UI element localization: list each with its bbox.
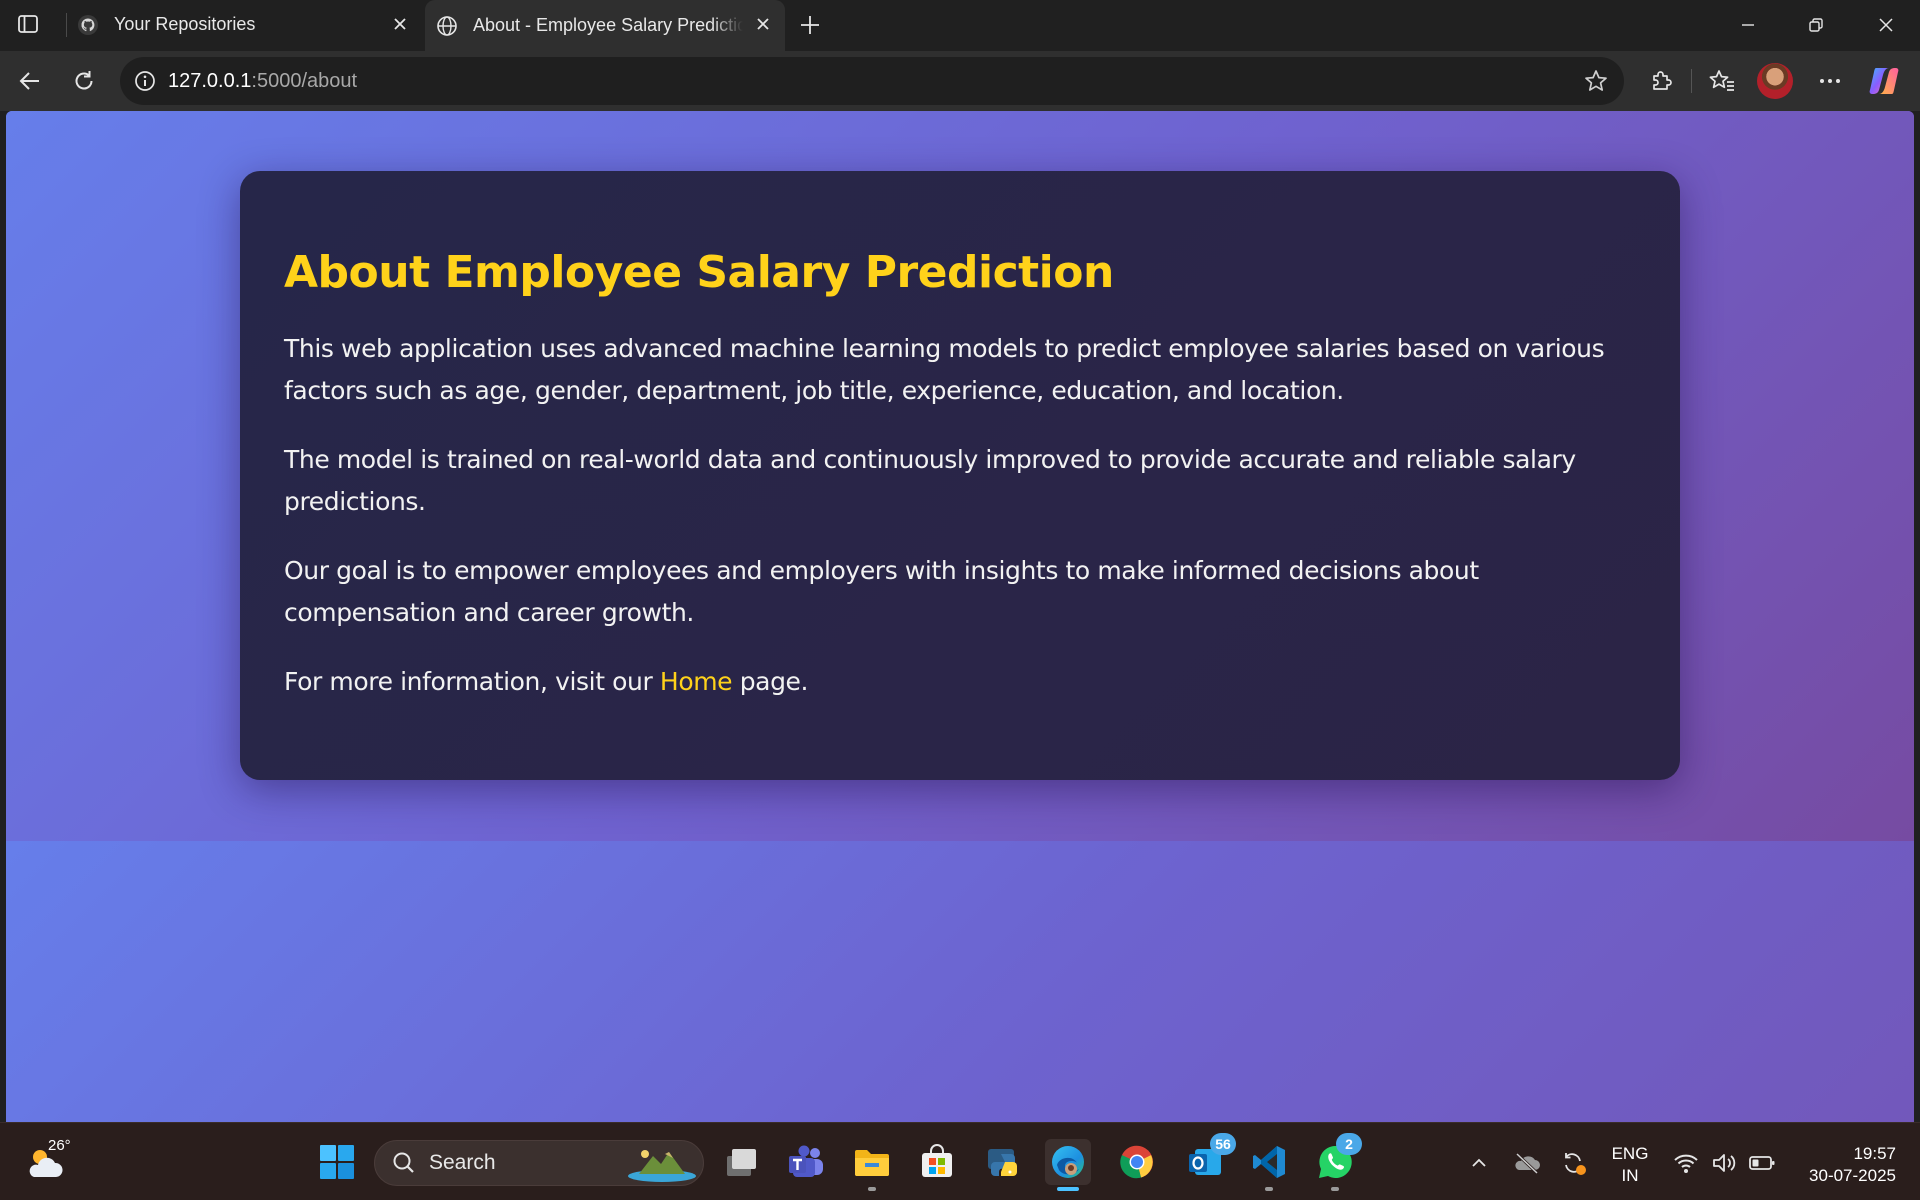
about-paragraph-1: This web application uses advanced machi…	[284, 334, 1605, 405]
edge-icon	[1052, 1146, 1084, 1178]
profile-avatar[interactable]	[1757, 63, 1793, 99]
back-arrow-icon	[19, 72, 39, 90]
python-icon	[988, 1149, 1017, 1176]
microsoft-store-button[interactable]	[914, 1139, 960, 1185]
running-indicator	[1331, 1187, 1339, 1191]
windows-taskbar: 26° Search 56 2 ENG IN 19:57 30-07-2025	[0, 1122, 1920, 1200]
favorites-icon	[1709, 70, 1734, 91]
browser-toolbar: 127.0.0.1:5000/about	[0, 51, 1920, 111]
outlook-mail-button[interactable]: 56	[1182, 1133, 1236, 1185]
edge-browser-button[interactable]	[1045, 1139, 1091, 1191]
store-bag-icon	[922, 1144, 952, 1177]
running-indicator	[1265, 1187, 1273, 1191]
system-clock[interactable]: 19:57 30-07-2025	[1809, 1143, 1896, 1187]
region-code: IN	[1621, 1166, 1639, 1185]
weather-temperature: 26°	[48, 1137, 71, 1154]
home-link[interactable]: Home	[660, 667, 733, 696]
onedrive-icon[interactable]	[1513, 1149, 1541, 1177]
minimize-icon	[1742, 24, 1754, 26]
restore-icon	[1809, 18, 1823, 32]
back-button[interactable]	[12, 64, 48, 98]
language-code: ENG	[1611, 1144, 1649, 1163]
start-button[interactable]	[314, 1139, 360, 1185]
battery-icon[interactable]	[1748, 1149, 1776, 1177]
file-explorer-button[interactable]	[849, 1139, 895, 1191]
tab-about-salary-prediction[interactable]: About - Employee Salary Prediction	[425, 0, 785, 51]
puzzle-icon	[1653, 71, 1672, 90]
vscode-icon	[1253, 1146, 1285, 1178]
search-icon	[393, 1152, 414, 1173]
tab-close-button[interactable]	[751, 12, 775, 36]
running-indicator	[868, 1187, 876, 1191]
chrome-button[interactable]	[1114, 1139, 1160, 1185]
folder-icon	[855, 1150, 889, 1176]
search-highlight-island-icon	[628, 1150, 696, 1182]
more-info-paragraph: For more information, visit our Home pag…	[284, 661, 1636, 703]
sync-status-icon[interactable]	[1559, 1149, 1587, 1177]
toolbar-divider	[1691, 69, 1692, 93]
plus-icon	[801, 16, 819, 34]
weather-widget[interactable]: 26°	[24, 1137, 76, 1185]
close-icon	[1879, 18, 1893, 32]
tab-your-repositories[interactable]: Your Repositories	[66, 0, 422, 49]
url-text: 127.0.0.1:5000/about	[168, 70, 357, 93]
task-view-icon	[727, 1149, 756, 1176]
minimize-button[interactable]	[1728, 10, 1768, 40]
chrome-icon	[1120, 1145, 1153, 1179]
close-icon	[394, 18, 406, 30]
page-background-lower	[6, 841, 1914, 1122]
tab-close-button[interactable]	[388, 12, 412, 36]
show-hidden-icons-button[interactable]	[1465, 1149, 1493, 1177]
tab-actions-icon	[18, 15, 38, 33]
active-indicator	[1057, 1187, 1079, 1191]
tab-title: Your Repositories	[114, 14, 256, 34]
about-card: About Employee Salary Prediction This we…	[240, 171, 1680, 780]
clock-time: 19:57	[1853, 1144, 1896, 1163]
globe-icon	[435, 14, 459, 38]
vscode-button[interactable]	[1246, 1139, 1292, 1191]
tab-actions-menu-button[interactable]	[14, 12, 42, 36]
whatsapp-button[interactable]: 2	[1312, 1133, 1362, 1191]
clock-date: 30-07-2025	[1809, 1166, 1896, 1185]
new-tab-button[interactable]	[794, 10, 826, 40]
chevron-up-icon	[1472, 1158, 1486, 1167]
taskbar-search-box[interactable]: Search	[374, 1140, 704, 1186]
site-info-icon[interactable]	[130, 66, 160, 96]
close-icon	[757, 18, 769, 30]
refresh-icon	[75, 71, 93, 90]
copilot-icon[interactable]	[1867, 64, 1901, 98]
teams-app-button[interactable]	[783, 1139, 829, 1185]
favorites-button[interactable]	[1704, 64, 1740, 98]
settings-more-button[interactable]	[1812, 64, 1848, 98]
whatsapp-notification-badge: 2	[1336, 1133, 1362, 1155]
windows-logo-icon	[320, 1145, 354, 1179]
github-icon	[76, 13, 100, 37]
more-dots-icon	[1820, 79, 1840, 83]
mail-notification-badge: 56	[1210, 1133, 1236, 1155]
url-host: 127.0.0.1	[168, 69, 252, 92]
python-app-button[interactable]	[980, 1139, 1026, 1185]
address-bar[interactable]: 127.0.0.1:5000/about	[120, 57, 1624, 105]
close-window-button[interactable]	[1866, 10, 1906, 40]
page-title: About Employee Salary Prediction	[284, 247, 1114, 298]
extensions-button[interactable]	[1643, 64, 1679, 98]
more-info-suffix: page.	[732, 667, 809, 696]
volume-icon[interactable]	[1710, 1149, 1738, 1177]
search-label: Search	[429, 1151, 496, 1174]
favorite-star-icon[interactable]	[1582, 67, 1610, 95]
page-viewport: About Employee Salary Prediction This we…	[6, 111, 1914, 1122]
task-view-button[interactable]	[718, 1139, 764, 1185]
about-paragraph-2: The model is trained on real-world data …	[284, 445, 1576, 516]
tab-strip: Your Repositories About - Employee Salar…	[0, 0, 1920, 51]
teams-icon	[789, 1145, 823, 1177]
about-paragraph-3: Our goal is to empower employees and emp…	[284, 556, 1479, 627]
tab-title: About - Employee Salary Prediction	[473, 15, 743, 35]
restore-button[interactable]	[1796, 10, 1836, 40]
more-info-prefix: For more information, visit our	[284, 667, 660, 696]
input-language-indicator[interactable]: ENG IN	[1605, 1143, 1655, 1187]
url-path: :5000/about	[251, 69, 358, 92]
refresh-button[interactable]	[66, 64, 102, 98]
wifi-icon[interactable]	[1672, 1149, 1700, 1177]
